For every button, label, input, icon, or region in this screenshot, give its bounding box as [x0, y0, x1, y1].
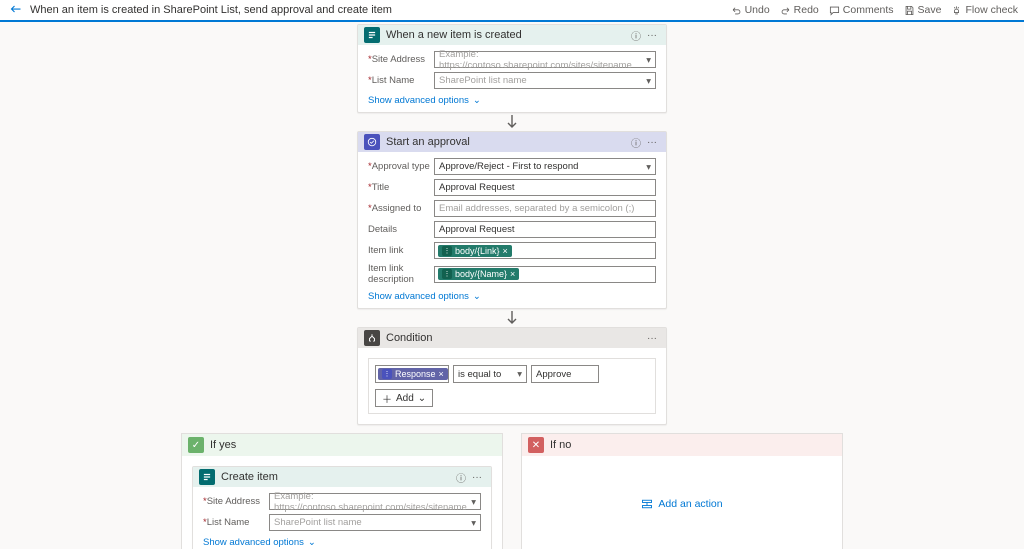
approval-card[interactable]: Start an approval ⓘ ··· *Approval type A… — [357, 131, 667, 309]
site-address-input[interactable]: Example: https://contoso.sharepoint.com/… — [269, 493, 481, 510]
item-link-desc-input[interactable]: ⋮ body/{Name} × — [434, 266, 656, 283]
redo-button[interactable]: Redo — [780, 4, 819, 16]
token-item-link[interactable]: ⋮ body/{Link} × — [438, 245, 512, 257]
more-icon[interactable]: ··· — [644, 333, 660, 344]
chevron-down-icon: ⌄ — [308, 537, 316, 548]
sharepoint-icon — [199, 469, 215, 485]
chevron-down-icon: ▾ — [646, 55, 651, 66]
branch-no-label: If no — [550, 439, 571, 451]
label-list-name: *List Name — [203, 517, 269, 528]
info-icon[interactable]: ⓘ — [628, 135, 644, 150]
condition-icon — [364, 330, 380, 346]
create-item-card[interactable]: Create item ⓘ ··· *Site Address Example:… — [192, 466, 492, 549]
chevron-down-icon: ▾ — [471, 497, 476, 508]
sharepoint-icon — [364, 27, 380, 43]
token-icon: ⋮ — [382, 369, 392, 379]
back-button[interactable] — [6, 3, 26, 18]
show-advanced-link[interactable]: Show advanced options⌄ — [203, 537, 316, 548]
more-icon[interactable]: ··· — [469, 472, 485, 483]
chevron-down-icon: ▾ — [517, 369, 522, 380]
approval-title: Start an approval — [386, 136, 628, 148]
chevron-down-icon: ▾ — [471, 518, 476, 529]
list-name-input[interactable]: SharePoint list name ▾ — [434, 72, 656, 89]
label-assigned-to: *Assigned to — [368, 203, 434, 214]
condition-card[interactable]: Condition ··· ⋮ Response × — [357, 327, 667, 425]
list-name-input[interactable]: SharePoint list name ▾ — [269, 514, 481, 531]
plus-icon: ＋ — [382, 391, 392, 406]
show-advanced-link[interactable]: Show advanced options⌄ — [368, 291, 481, 302]
more-icon[interactable]: ··· — [644, 137, 660, 148]
flow-checker-button[interactable]: Flow check — [951, 4, 1018, 16]
chevron-down-icon: ⌄ — [473, 95, 481, 106]
undo-button[interactable]: Undo — [731, 4, 770, 16]
label-item-link-desc: Item link description — [368, 263, 434, 285]
page-title: When an item is created in SharePoint Li… — [30, 4, 392, 16]
trigger-title: When a new item is created — [386, 29, 628, 41]
token-icon: ⋮ — [442, 246, 452, 256]
branch-yes-label: If yes — [210, 439, 236, 451]
condition-left-input[interactable]: ⋮ Response × — [375, 365, 449, 383]
more-icon[interactable]: ··· — [644, 30, 660, 41]
info-icon[interactable]: ⓘ — [628, 28, 644, 43]
condition-title: Condition — [386, 332, 644, 344]
label-approval-type: *Approval type — [368, 161, 434, 172]
label-title: *Title — [368, 182, 434, 193]
comments-button[interactable]: Comments — [829, 4, 894, 16]
condition-right-input[interactable]: Approve — [531, 365, 599, 383]
close-icon[interactable]: × — [510, 269, 515, 279]
close-icon[interactable]: × — [439, 369, 444, 379]
condition-operator-select[interactable]: is equal to ▾ — [453, 365, 527, 383]
token-icon: ⋮ — [442, 269, 452, 279]
approval-type-input[interactable]: Approve/Reject - First to respond ▾ — [434, 158, 656, 175]
check-icon: ✓ — [188, 437, 204, 453]
chevron-down-icon: ⌄ — [473, 291, 481, 302]
details-input[interactable]: Approval Request — [434, 221, 656, 238]
label-site-address: *Site Address — [203, 496, 269, 507]
trigger-card[interactable]: When a new item is created ⓘ ··· *Site A… — [357, 24, 667, 113]
site-address-input[interactable]: Example: https://contoso.sharepoint.com/… — [434, 51, 656, 68]
x-icon: ✕ — [528, 437, 544, 453]
undo-label: Undo — [745, 4, 770, 16]
info-icon[interactable]: ⓘ — [453, 470, 469, 485]
chevron-down-icon: ▾ — [646, 76, 651, 87]
token-response[interactable]: ⋮ Response × — [378, 368, 448, 380]
show-advanced-link[interactable]: Show advanced options⌄ — [368, 95, 481, 106]
save-label: Save — [918, 4, 942, 16]
label-list-name: *List Name — [368, 75, 434, 86]
chevron-down-icon: ▾ — [646, 162, 651, 173]
item-link-input[interactable]: ⋮ body/{Link} × — [434, 242, 656, 259]
close-icon[interactable]: × — [503, 246, 508, 256]
approval-icon — [364, 134, 380, 150]
redo-label: Redo — [794, 4, 819, 16]
token-item-link-desc[interactable]: ⋮ body/{Name} × — [438, 268, 519, 280]
toolbar: Undo Redo Comments Save Flow check — [731, 4, 1018, 16]
arrow-icon — [506, 113, 518, 131]
label-site-address: *Site Address — [368, 54, 434, 65]
save-button[interactable]: Save — [904, 4, 942, 16]
add-condition-button[interactable]: ＋ Add ⌄ — [375, 389, 433, 407]
create-item-title: Create item — [221, 471, 453, 483]
assigned-to-input[interactable]: Email addresses, separated by a semicolo… — [434, 200, 656, 217]
comments-label: Comments — [843, 4, 894, 16]
title-input[interactable]: Approval Request — [434, 179, 656, 196]
label-details: Details — [368, 224, 434, 235]
branch-yes: ✓ If yes Create item ⓘ ··· — [181, 433, 503, 549]
arrow-icon — [506, 309, 518, 327]
branch-no: ✕ If no Add an action — [521, 433, 843, 549]
label-item-link: Item link — [368, 245, 434, 256]
chevron-down-icon: ⌄ — [418, 393, 426, 404]
flow-checker-label: Flow check — [965, 4, 1018, 16]
add-action-button[interactable]: Add an action — [641, 498, 722, 510]
